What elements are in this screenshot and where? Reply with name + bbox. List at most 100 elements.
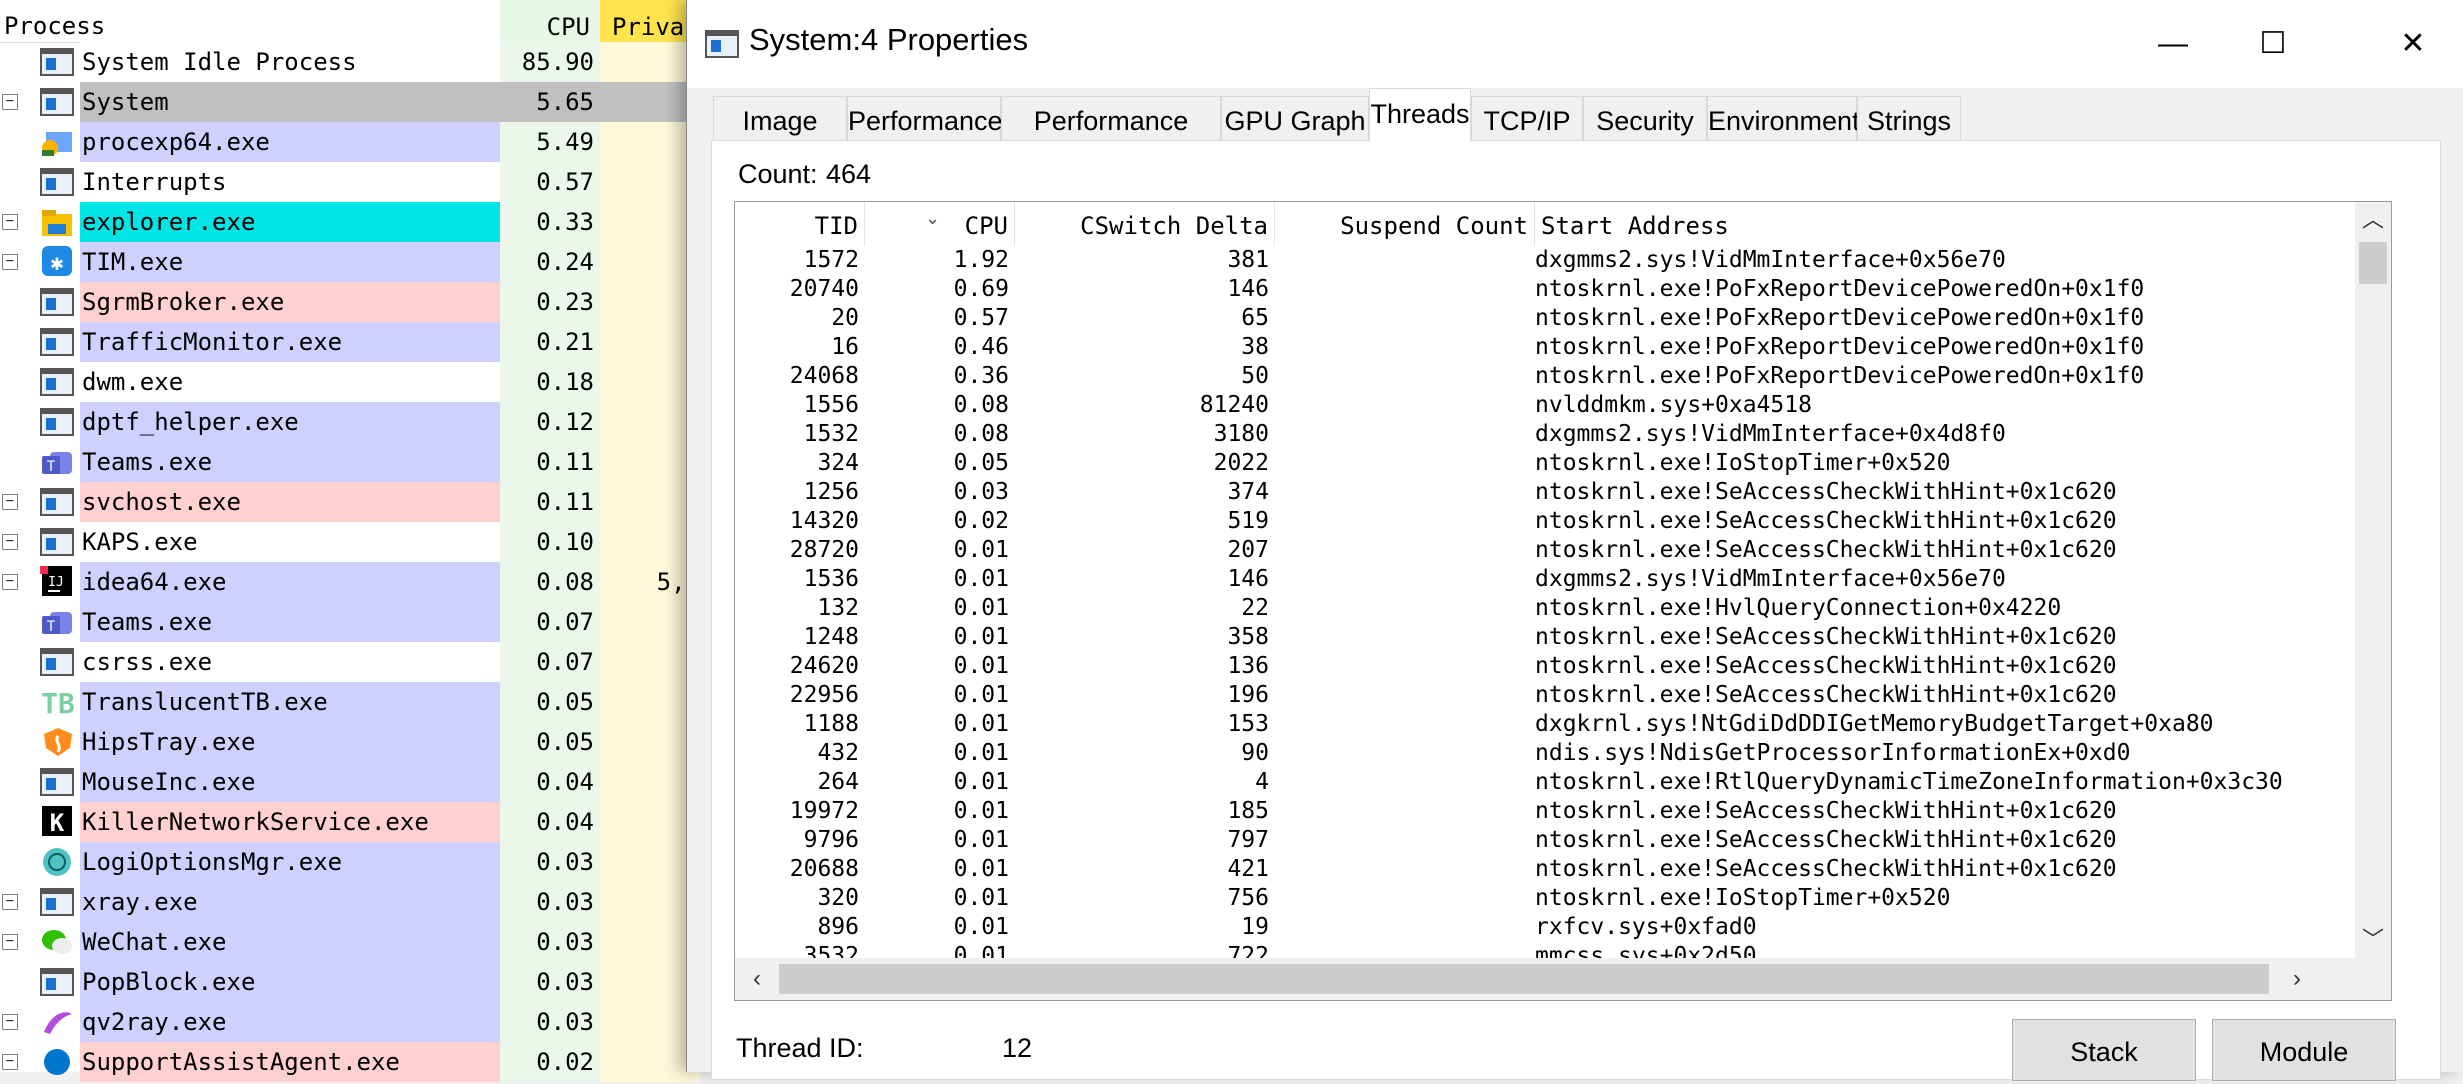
thread-row[interactable]: 320 0.01 756 ntoskrnl.exe!IoStopTimer+0x520 xyxy=(735,884,2355,913)
thread-row[interactable]: 9796 0.01 797 ntoskrnl.exe!SeAccessCheckWit… xyxy=(735,826,2355,855)
title-bar[interactable]: System:4 Properties — ☐ ✕ xyxy=(687,0,2463,88)
thread-row[interactable]: 20 0.57 65 ntoskrnl.exe!PoFxReportDevicePow… xyxy=(735,304,2355,333)
thread-row[interactable]: 264 0.01 4 ntoskrnl.exe!RtlQueryDynamicTime… xyxy=(735,768,2355,797)
scroll-down-icon[interactable]: ﹀ xyxy=(2355,922,2391,958)
thread-row[interactable]: 28720 0.01 207 ntoskrnl.exe!SeAccessCheckWi… xyxy=(735,536,2355,565)
column-header-tid[interactable]: TID xyxy=(735,202,865,246)
thread-row[interactable]: 24620 0.01 136 ntoskrnl.exe!SeAccessCheckWi… xyxy=(735,652,2355,681)
process-row[interactable]: csrss.exe 0.07 xyxy=(0,642,700,682)
process-row[interactable]: LogiOptionsMgr.exe 0.03 xyxy=(0,842,700,882)
column-header-cswitch-delta[interactable]: CSwitch Delta xyxy=(1015,202,1275,246)
thread-row[interactable]: 20688 0.01 421 ntoskrnl.exe!SeAccessCheckWi… xyxy=(735,855,2355,884)
collapse-toggle-icon[interactable]: − xyxy=(2,534,18,550)
thread-cpu: 1.92 xyxy=(953,247,1009,273)
tab-security[interactable]: Security xyxy=(1583,96,1707,140)
collapse-toggle-icon[interactable]: − xyxy=(2,934,18,950)
thread-row[interactable]: 24068 0.36 50 ntoskrnl.exe!PoFxReportDevice… xyxy=(735,362,2355,391)
svg-text:TB: TB xyxy=(41,687,75,718)
process-row[interactable]: MouseInc.exe 0.04 xyxy=(0,762,700,802)
thread-row[interactable]: 896 0.01 19 rxfcv.sys+0xfad0 xyxy=(735,913,2355,942)
process-row[interactable]: − SupportAssistAgent.exe0.025 xyxy=(0,1042,700,1082)
column-header-process[interactable]: Process xyxy=(4,12,105,40)
scroll-up-icon[interactable]: ︿ xyxy=(2355,202,2391,238)
thread-row[interactable]: 132 0.01 22 ntoskrnl.exe!HvlQueryConnection… xyxy=(735,594,2355,623)
process-name: KillerNetworkService.exe xyxy=(80,802,500,842)
process-row[interactable]: TrafficMonitor.exe 0.21 xyxy=(0,322,700,362)
collapse-toggle-icon[interactable]: − xyxy=(2,894,18,910)
column-header-cpu[interactable]: CPU xyxy=(500,0,600,42)
process-row[interactable]: − ✱ TIM.exe0.243 xyxy=(0,242,700,282)
thread-row[interactable]: 1572 1.92 381 dxgmms2.sys!VidMmInterface+0x… xyxy=(735,246,2355,275)
process-row[interactable]: − IJ idea64.exe 0.08 5,2 xyxy=(0,562,700,602)
tab-image[interactable]: Image xyxy=(713,96,847,140)
vertical-scrollbar[interactable]: ︿ ﹀ xyxy=(2355,202,2391,958)
minimize-button[interactable]: — xyxy=(2137,20,2209,68)
process-row[interactable]: SgrmBroker.exe 0.23 xyxy=(0,282,700,322)
thread-row[interactable]: 22956 0.01 196 ntoskrnl.exe!SeAccessCheckWi… xyxy=(735,681,2355,710)
maximize-button[interactable]: ☐ xyxy=(2237,20,2309,68)
thread-row[interactable]: 1532 0.08 3180 dxgmms2.sys!VidMmInterface+0… xyxy=(735,420,2355,449)
process-row[interactable]: procexp64.exe 5.49 xyxy=(0,122,700,162)
thread-row[interactable]: 1256 0.03 374 ntoskrnl.exe!SeAccessCheckWit… xyxy=(735,478,2355,507)
process-row[interactable]: K KillerNetworkService.exe 0.04 xyxy=(0,802,700,842)
scroll-left-icon[interactable]: ‹ xyxy=(739,958,775,1000)
thread-row[interactable]: 14320 0.02 519 ntoskrnl.exe!SeAccessCheckWi… xyxy=(735,507,2355,536)
window-icon xyxy=(40,406,76,438)
thread-row[interactable]: 324 0.05 2022 ntoskrnl.exe!IoStopTimer+0x52… xyxy=(735,449,2355,478)
collapse-toggle-icon[interactable]: − xyxy=(2,1054,18,1070)
process-row[interactable]: − xray.exe 0.03 xyxy=(0,882,700,922)
close-button[interactable]: ✕ xyxy=(2377,20,2449,68)
process-row[interactable]: dptf_helper.exe 0.12 xyxy=(0,402,700,442)
thread-row[interactable]: 3532 0.01 722 mmcss.sys+0x2d50 xyxy=(735,942,2355,958)
process-row[interactable]: Interrupts 0.57 xyxy=(0,162,700,202)
thread-start-address: ntoskrnl.exe!SeAccessCheckWithHint+0x1c6… xyxy=(1535,624,2117,650)
tab-gpu-graph[interactable]: GPU Graph xyxy=(1221,96,1369,140)
horizontal-scroll-thumb[interactable] xyxy=(779,964,2269,994)
horizontal-scrollbar[interactable]: ‹ › xyxy=(735,958,2355,1000)
process-row[interactable]: HipsTray.exe 0.05 xyxy=(0,722,700,762)
collapse-toggle-icon[interactable]: − xyxy=(2,494,18,510)
column-header-start-address[interactable]: Start Address xyxy=(1535,202,2355,246)
collapse-toggle-icon[interactable]: − xyxy=(2,1014,18,1030)
process-row[interactable]: − WeChat.exe0.031 xyxy=(0,922,700,962)
process-row[interactable]: PopBlock.exe 0.03 xyxy=(0,962,700,1002)
thread-row[interactable]: 1556 0.08 81240 nvlddmkm.sys+0xa4518 xyxy=(735,391,2355,420)
thread-row[interactable]: 1536 0.01 146 dxgmms2.sys!VidMmInterface+0x… xyxy=(735,565,2355,594)
app-window-icon xyxy=(705,28,739,58)
tab-environment[interactable]: Environment xyxy=(1707,96,1860,140)
threads-list[interactable]: TID CPU ⌄ CSwitch Delta Suspend Count St… xyxy=(734,201,2392,1001)
process-row[interactable]: − qv2ray.exe 0.03 xyxy=(0,1002,700,1042)
thread-row[interactable]: 16 0.46 38 ntoskrnl.exe!PoFxReportDevicePow… xyxy=(735,333,2355,362)
process-row[interactable]: TB TranslucentTB.exe 0.05 xyxy=(0,682,700,722)
tab-threads[interactable]: Threads xyxy=(1369,88,1471,142)
thread-row[interactable]: 1248 0.01 358 ntoskrnl.exe!SeAccessCheckWit… xyxy=(735,623,2355,652)
process-row[interactable]: dwm.exe0.181 xyxy=(0,362,700,402)
process-row[interactable]: T Teams.exe 0.11 xyxy=(0,442,700,482)
collapse-toggle-icon[interactable]: − xyxy=(2,254,18,270)
process-name: procexp64.exe xyxy=(80,122,500,162)
thread-row[interactable]: 19972 0.01 185 ntoskrnl.exe!SeAccessCheckWi… xyxy=(735,797,2355,826)
process-row[interactable]: T Teams.exe0.073 xyxy=(0,602,700,642)
thread-row[interactable]: 1188 0.01 153 dxgkrnl.sys!NtGdiDdDDIGetMemo… xyxy=(735,710,2355,739)
tab-strings[interactable]: Strings xyxy=(1857,96,1961,140)
collapse-toggle-icon[interactable]: − xyxy=(2,94,18,110)
scroll-right-icon[interactable]: › xyxy=(2279,958,2315,1000)
tab-performance-graph[interactable]: Performance Graph xyxy=(1001,96,1221,184)
column-header-suspend-count[interactable]: Suspend Count xyxy=(1275,202,1535,246)
collapse-toggle-icon[interactable]: − xyxy=(2,214,18,230)
process-row[interactable]: − KAPS.exe 0.10 xyxy=(0,522,700,562)
process-row[interactable]: − svchost.exe 0.11 xyxy=(0,482,700,522)
collapse-toggle-icon[interactable]: − xyxy=(2,574,18,590)
tab-tcp-ip[interactable]: TCP/IP xyxy=(1471,96,1583,140)
thread-row[interactable]: 20740 0.69 146 ntoskrnl.exe!PoFxReportDevic… xyxy=(735,275,2355,304)
thread-cswitch-delta: 381 xyxy=(1227,247,1269,273)
process-name: MouseInc.exe xyxy=(80,762,500,802)
vertical-scroll-thumb[interactable] xyxy=(2359,242,2387,284)
process-row[interactable]: System Idle Process 85.90 xyxy=(0,42,700,82)
thread-row[interactable]: 432 0.01 90 ndis.sys!NdisGetProcessorInform… xyxy=(735,739,2355,768)
process-row[interactable]: − System 5.65 xyxy=(0,82,700,122)
column-header-private-bytes[interactable]: Priva xyxy=(600,0,700,42)
tab-performance[interactable]: Performance xyxy=(847,96,1003,140)
process-cpu: 0.57 xyxy=(500,162,600,202)
process-row[interactable]: − explorer.exe0.331 xyxy=(0,202,700,242)
